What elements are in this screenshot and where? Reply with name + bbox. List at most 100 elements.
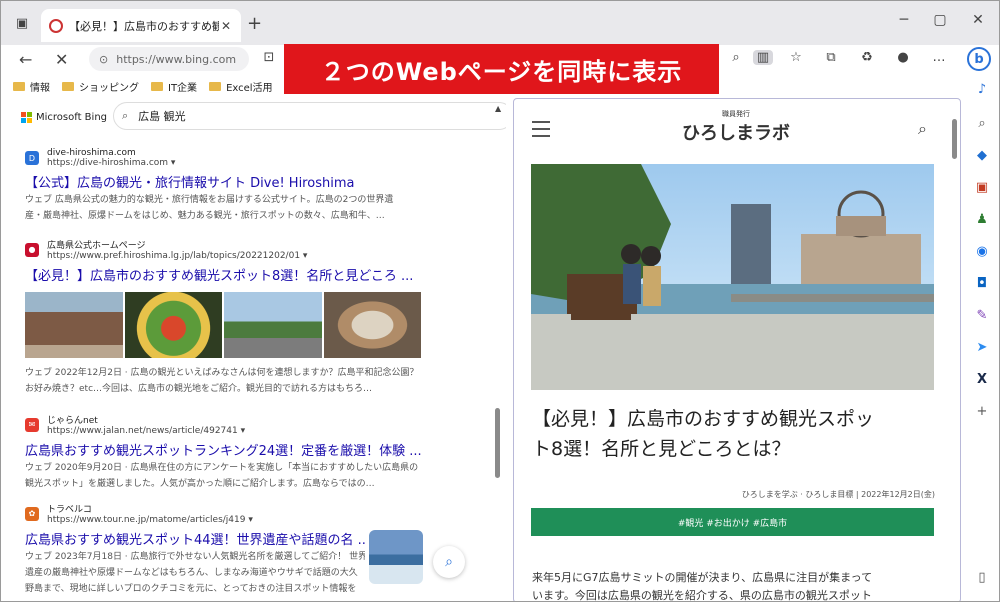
tab-favicon-icon [49,18,63,33]
add-sidebar-icon[interactable]: + [972,401,992,421]
minimize-button[interactable]: ─ [889,12,919,28]
hero-image [531,164,934,390]
result-url[interactable]: https://dive-hiroshima.com ▾ [47,158,175,168]
result-thumbnail[interactable] [369,530,423,584]
article-tags[interactable]: #観光 #お出かけ #広島市 [531,508,934,536]
search-query: 広島 観光 [138,110,186,123]
result-snippet: 観光スポット」を厳選しました。人気が高かった順にご紹介します。広島ならではの… [25,479,375,489]
lock-icon: ⊙ [99,52,109,66]
annotation-banner: ２つのWebページを同時に表示 [284,44,719,94]
result-image[interactable] [323,292,421,358]
tab-actions-icon[interactable]: ▣ [11,12,33,34]
site-logo[interactable]: 職員発行 ひろしまラボ [676,109,796,145]
bing-header: Microsoft Bing ⌕ 広島 観光 [21,102,506,132]
result-url[interactable]: https://www.jalan.net/news/article/49274… [47,426,245,436]
split-screen-icon[interactable]: ▥ [753,50,773,65]
scroll-up-icon[interactable]: ▲ [495,104,501,113]
article-title: 【必見！】広島市のおすすめ観光スポッ ト8選！名所と見どころとは？ [532,408,875,460]
search-input[interactable]: ⌕ 広島 観光 [113,102,506,130]
result-snippet: ウェブ 2022年12月2日 · 広島の観光といえばみなさんは何を連想しますか？… [25,368,419,378]
menu-icon[interactable] [532,121,550,142]
url-text: https://www.bing.com [116,52,237,66]
result-image[interactable] [224,292,322,358]
search-fab-icon[interactable]: ⌕ [433,546,465,578]
browser-window: ▣ 【必見！】広島市のおすすめ観光スポ ✕ + ─ ▢ ✕ ← ✕ ⊙ http… [0,0,1000,602]
edge-sidebar: ♪ ⌕ ◆ ▣ ♟ ◉ ◘ ✎ ➤ X + ▯ [963,75,999,601]
result-image[interactable] [25,292,123,358]
title-bar: ▣ 【必見！】広島市のおすすめ観光スポ ✕ + ─ ▢ ✕ [1,1,999,45]
search-result: ✉ じゃらんnet https://www.jalan.net/news/arti… [25,413,445,491]
left-pane-search-results: Microsoft Bing ⌕ 広島 観光 ▲ D dive-hiroshim… [1,98,506,601]
result-snippet: ウェブ 広島県公式の魅力的な観光・旅行情報をお届けする公式サイト。広島の2つの世… [25,195,394,205]
result-snippet: ウェブ 2020年9月20日 · 広島県在住の方にアンケートを実施し「本当におす… [25,463,419,473]
more-menu-icon[interactable]: … [929,50,949,65]
result-image[interactable] [124,292,222,358]
image-strip[interactable] [25,292,421,358]
result-site-name: dive-hiroshima.com [47,148,136,158]
browser-tab[interactable]: 【必見！】広島市のおすすめ観光スポ ✕ [41,9,241,42]
favorite-star-icon[interactable]: ☆ [786,50,806,65]
address-field[interactable]: ⊙ https://www.bing.com [89,47,249,71]
games-icon[interactable]: ♟ [972,209,992,229]
extensions-icon[interactable]: ♻ [857,50,877,65]
tools-briefcase-icon[interactable]: ▣ [972,177,992,197]
split-lock-icon: ⊡ [263,50,275,65]
folder-icon [13,81,25,91]
search-icon[interactable]: ⌕ [918,119,927,139]
stop-button[interactable]: ✕ [55,50,68,69]
close-button[interactable]: ✕ [963,12,993,28]
result-snippet: 産・厳島神社、原爆ドームをはじめ、魅力ある観光・旅行スポットの数々、広島和牛、… [25,211,385,221]
search-result: D dive-hiroshima.com https://dive-hiroshi… [25,148,445,223]
notification-bell-icon[interactable]: ♪ [972,79,992,99]
left-scrollbar[interactable] [495,408,500,478]
bing-copilot-icon[interactable]: b [967,47,991,71]
x-icon[interactable]: X [972,369,992,389]
article-body: 来年5月にG7広島サミットの開催が決まり、広島県に注目が集まって います。今回は… [532,571,873,602]
search-result: ウェブ 2022年12月2日 · 広島の観光といえばみなさんは何を連想しますか？… [25,364,445,396]
site-favicon-icon: ✉ [25,417,39,432]
result-url[interactable]: https://www.tour.ne.jp/matome/articles/j… [47,515,253,525]
search-result: ● 広島県公式ホームページ https://www.pref.hiroshima.… [25,238,445,284]
maximize-button[interactable]: ▢ [925,12,955,28]
back-button[interactable]: ← [19,50,32,69]
collections-icon[interactable]: ⧉ [821,50,841,65]
result-title-link[interactable]: 広島県おすすめ観光スポットランキング24選！定番を厳選！体験 ... [25,440,445,459]
folder-icon [209,81,222,91]
favorite-folder-it[interactable]: IT企業 [151,79,197,94]
result-snippet: お好み焼き？etc…今回は、広島市の観光地をご紹介。観光目的で訪れる方はもちろ… [25,384,373,394]
result-title-link[interactable]: 【公式】広島の観光・旅行情報サイト Dive! Hiroshima [25,172,445,191]
result-snippet: ウェブ 2023年7月18日 · 広島旅行で外せない人気観光名所を厳選してご紹介… [25,552,365,562]
favorite-folder-info[interactable]: 情報 [13,79,50,94]
search-result: ✿ トラベルコ https://www.tour.ne.jp/matome/art… [25,502,365,596]
result-title-link[interactable]: 広島県おすすめ観光スポット44選！世界遺産や話題の名 ... [25,529,365,548]
result-snippet: 遺産の厳島神社や原爆ドームなどはもちろん、しまなみ海道やウサギで話題の大久 [25,568,358,578]
search-sidebar-icon[interactable]: ⌕ [972,113,992,133]
tab-title: 【必見！】広島市のおすすめ観光スポ [69,19,219,33]
bing-brand: Microsoft Bing [36,111,108,123]
microsoft365-icon[interactable]: ◉ [972,241,992,261]
search-icon: ⌕ [122,109,129,122]
outlook-icon[interactable]: ◘ [972,273,992,293]
result-site-name: じゃらんnet [47,416,98,426]
result-site-name: 広島県公式ホームページ [47,241,146,251]
result-site-name: トラベルコ [47,505,92,515]
tab-close-icon[interactable]: ✕ [219,19,233,33]
shopping-tag-icon[interactable]: ◆ [972,145,992,165]
favorite-folder-shopping[interactable]: ショッピング [62,79,139,94]
site-favicon-icon: ✿ [25,506,39,521]
right-scrollbar[interactable] [952,119,957,159]
favorite-folder-excel[interactable]: Excel活用 [209,79,273,94]
new-tab-button[interactable]: + [247,13,262,34]
result-title-link[interactable]: 【必見！】広島市のおすすめ観光スポット8選！名所と見どころ ... [25,265,445,284]
right-pane-article: 職員発行 ひろしまラボ ⌕ 【必見！】広島市のおすすめ観光スポッ ト8選！名所と… [513,98,961,602]
drop-icon[interactable]: ➤ [972,337,992,357]
article-meta: ひろしまを学ぶ · ひろしま目標 | 2022年12月2日(金) [741,490,935,499]
designer-icon[interactable]: ✎ [972,305,992,325]
result-url[interactable]: https://www.pref.hiroshima.lg.jp/lab/top… [47,251,307,261]
zoom-icon[interactable]: ⌕ [726,50,746,65]
result-snippet: 野島まで、現地に詳しいプロのクチコミを元に、とっておきの注目スポット情報を [25,584,357,594]
profile-icon[interactable]: ● [893,50,913,65]
sidebar-toggle-icon[interactable]: ▯ [972,567,992,587]
site-favicon-icon: D [25,151,39,165]
folder-icon [151,81,163,91]
